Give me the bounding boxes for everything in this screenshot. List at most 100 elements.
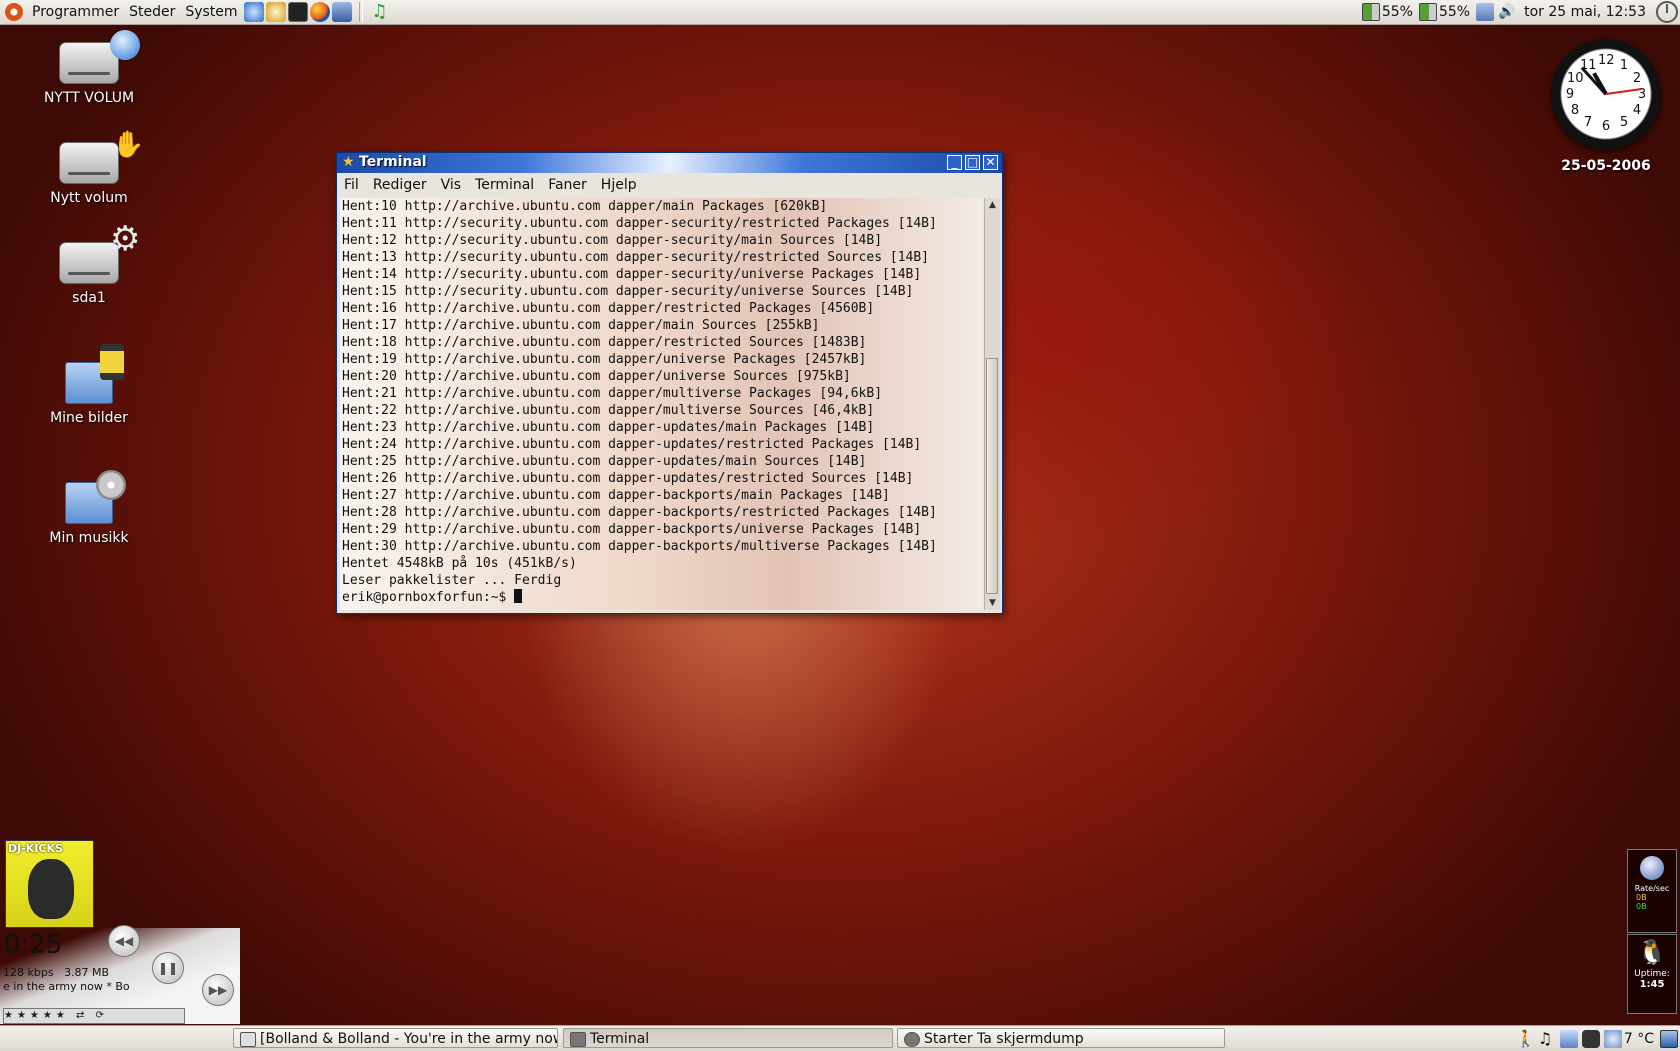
gear-icon: ⚙ <box>110 219 141 259</box>
menu-system[interactable]: System <box>180 0 242 24</box>
firefox-icon[interactable] <box>309 2 330 22</box>
uptime-value: 1:45 <box>1639 979 1665 990</box>
taskbar-label: Terminal <box>590 1031 650 1047</box>
scroll-up-icon[interactable]: ▲ <box>987 199 998 211</box>
terminal-line: Hent:18 http://archive.ubuntu.com dapper… <box>342 335 867 350</box>
device-icon[interactable] <box>1581 1029 1600 1048</box>
desktop-icon-min-musikk[interactable]: Min musikk <box>24 470 154 546</box>
terminal-scrollbar[interactable]: ▲ ▼ <box>984 198 1000 610</box>
album-art-face <box>28 859 74 919</box>
menu-faner[interactable]: Faner <box>541 177 594 193</box>
network-monitor-widget: Rate/sec 0B 0B <box>1627 849 1677 933</box>
desktop-icon-nytt-volum-upper[interactable]: NYTT VOLUM <box>24 30 154 106</box>
hand-share-icon: ✋ <box>112 130 145 160</box>
terminal-line: Hent:19 http://archive.ubuntu.com dapper… <box>342 352 867 367</box>
clock-number: 8 <box>1570 103 1580 118</box>
taskbar-item-music-player[interactable]: [Bolland & Bolland - You're in the army … <box>233 1028 558 1048</box>
terminal-icon[interactable] <box>287 2 308 22</box>
clock-number: 1 <box>1619 58 1629 73</box>
ubuntu-logo-icon[interactable] <box>5 3 23 21</box>
terminal-line: Hent:30 http://archive.ubuntu.com dapper… <box>342 539 937 554</box>
menu-rediger[interactable]: Rediger <box>366 177 434 193</box>
terminal-window[interactable]: ★ Terminal _ □ ✕ Fil Rediger Vis Termina… <box>336 152 1003 614</box>
album-art: DJ-KICKS <box>5 840 94 928</box>
editor-icon[interactable] <box>331 2 352 22</box>
battery-percent-2: 55% <box>1438 4 1471 20</box>
clock-number: 9 <box>1565 87 1575 102</box>
desktop-icon-label: Mine bilder <box>50 410 128 426</box>
desktop-icon-label: Min musikk <box>49 530 129 546</box>
bottom-panel: [Bolland & Bolland - You're in the army … <box>0 1025 1680 1051</box>
desktop-icon-mine-bilder[interactable]: Mine bilder <box>24 344 154 426</box>
battery-icon[interactable] <box>1361 3 1380 21</box>
terminal-line: Hent:23 http://archive.ubuntu.com dapper… <box>342 420 875 435</box>
camera-icon <box>904 1032 920 1047</box>
forward-button[interactable]: ▶▶ <box>202 974 234 1006</box>
clock-number: 2 <box>1632 71 1642 86</box>
desktop-icon-label: sda1 <box>72 290 106 306</box>
menu-vis[interactable]: Vis <box>434 177 468 193</box>
menu-programmer[interactable]: Programmer <box>27 0 124 24</box>
settings-applet-icon[interactable] <box>1559 1029 1578 1048</box>
terminal-output[interactable]: Hent:10 http://archive.ubuntu.com dapper… <box>340 198 983 610</box>
album-art-text: DJ-KICKS <box>8 842 63 855</box>
desktop-icon-sda1[interactable]: ⚙ sda1 <box>24 222 154 306</box>
person-icon[interactable]: 🚶 <box>1516 1029 1536 1048</box>
uptime-label: Uptime: <box>1634 969 1670 979</box>
window-title: Terminal <box>359 154 427 170</box>
bottom-tray: 🚶 ♫ 7 °C <box>1514 1027 1680 1050</box>
power-icon[interactable] <box>1656 1 1678 23</box>
weather-icon[interactable] <box>1603 1029 1622 1048</box>
clock-number: 10 <box>1567 71 1584 86</box>
menu-terminal[interactable]: Terminal <box>468 177 541 193</box>
workspace-switcher-icon[interactable] <box>1660 1029 1678 1048</box>
clock-number: 7 <box>1583 115 1593 130</box>
terminal-line: Hent:22 http://archive.ubuntu.com dapper… <box>342 403 875 418</box>
top-panel: Programmer Steder System ♫ 55% 55% 🔊 tor… <box>0 0 1680 25</box>
clock-date: 25-05-2006 <box>1561 158 1651 174</box>
terminal-line: Hent:20 http://archive.ubuntu.com dapper… <box>342 369 851 384</box>
menu-hjelp[interactable]: Hjelp <box>594 177 644 193</box>
taskbar-item-terminal[interactable]: Terminal <box>563 1028 893 1048</box>
music-icon[interactable]: ♫ <box>370 2 390 22</box>
taskbar-item-screenshot[interactable]: Starter Ta skjermdump <box>897 1028 1225 1048</box>
terminal-line: Hent:17 http://archive.ubuntu.com dapper… <box>342 318 820 333</box>
network-icon[interactable] <box>243 2 264 22</box>
network-status-icon[interactable] <box>1476 3 1495 21</box>
drive-icon <box>59 142 119 184</box>
battery-icon[interactable] <box>1418 3 1437 21</box>
top-tray: 55% 55% 🔊 tor 25 mai, 12:53 <box>1360 0 1680 24</box>
desktop-icon-label: NYTT VOLUM <box>43 90 135 106</box>
terminal-line: Hent:15 http://security.ubuntu.com dappe… <box>342 284 914 299</box>
player-rating-bar[interactable]: ★★★★★ ⇄ ⟳ <box>3 1008 185 1024</box>
pause-button[interactable]: ❚❚ <box>152 952 184 984</box>
minimize-button[interactable]: _ <box>947 155 962 170</box>
scrollbar-thumb[interactable] <box>986 358 998 594</box>
window-menu-icon[interactable]: ★ <box>342 154 355 170</box>
rewind-button[interactable]: ◀◀ <box>108 925 140 957</box>
preferences-icon[interactable] <box>265 2 286 22</box>
volume-icon[interactable]: 🔊 <box>1498 3 1516 21</box>
terminal-icon <box>570 1032 586 1047</box>
player-scroll-text: e in the army now * Bo <box>3 980 130 993</box>
maximize-button[interactable]: □ <box>965 155 980 170</box>
clock-datetime[interactable]: tor 25 mai, 12:53 <box>1524 4 1646 20</box>
desktop-icon-nytt-volum[interactable]: ✋ Nytt volum <box>24 130 154 206</box>
terminal-line: Hent:27 http://archive.ubuntu.com dapper… <box>342 488 890 503</box>
player-info: 128 kbps 3.87 MB <box>3 966 153 979</box>
music-note-icon[interactable]: ♫ <box>1538 1029 1556 1048</box>
tux-icon: 🐧 <box>1637 938 1667 966</box>
close-button[interactable]: ✕ <box>983 155 998 170</box>
terminal-line: Hent:21 http://archive.ubuntu.com dapper… <box>342 386 883 401</box>
scroll-down-icon[interactable]: ▼ <box>987 597 998 609</box>
clock-number: 6 <box>1601 119 1611 134</box>
terminal-lines: Hent:10 http://archive.ubuntu.com dapper… <box>340 198 983 606</box>
menu-steder[interactable]: Steder <box>124 0 180 24</box>
net-out-value: 0B <box>1636 902 1647 911</box>
terminal-title-bar[interactable]: ★ Terminal _ □ ✕ <box>337 153 1002 173</box>
terminal-prompt: erik@pornboxforfun:~$ <box>342 590 515 605</box>
menu-fil[interactable]: Fil <box>337 177 366 193</box>
temperature: 7 °C <box>1623 1030 1654 1047</box>
terminal-menubar: Fil Rediger Vis Terminal Faner Hjelp <box>337 173 1002 197</box>
clock-number: 12 <box>1598 53 1615 68</box>
